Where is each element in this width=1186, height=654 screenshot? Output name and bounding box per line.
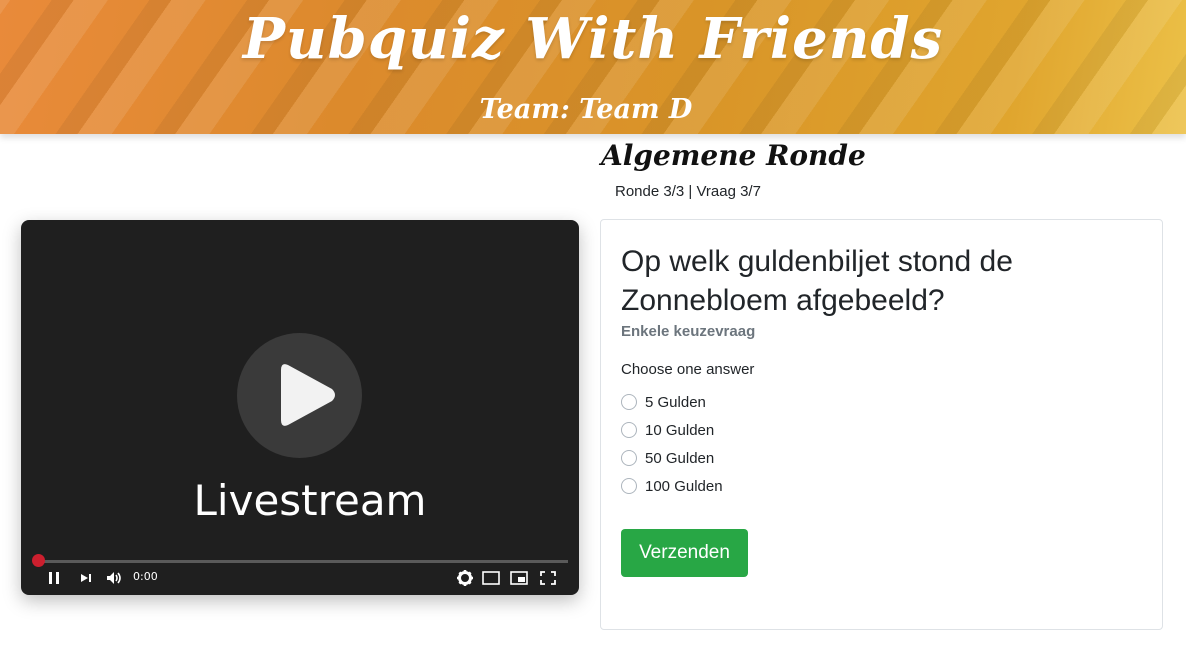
question-type: Enkele keuzevraag [621,323,756,340]
page-header: Pubquiz With Friends Team: Team D [0,0,1186,134]
answer-radio[interactable] [621,394,637,410]
answer-label: 5 Gulden [645,394,706,411]
volume-icon [107,572,121,584]
round-title: Algemene Ronde [601,139,866,172]
site-title: Pubquiz With Friends [242,6,944,72]
play-button[interactable] [237,333,362,458]
progress-scrubber[interactable] [32,554,45,567]
answer-radio[interactable] [621,450,637,466]
answer-label: 50 Gulden [645,450,715,467]
theater-mode-button[interactable] [481,568,501,588]
round-progress: Ronde 3/3 | Vraag 3/7 [615,183,761,200]
next-icon [81,574,91,582]
question-card: Op welk guldenbiljet stond de Zonnebloem… [600,219,1163,630]
pause-icon [49,572,59,584]
fullscreen-button[interactable] [538,568,558,588]
livestream-player[interactable]: Livestream 0:00 [21,220,579,595]
settings-icon [457,570,473,586]
next-button[interactable] [77,568,95,588]
answer-radio[interactable] [621,422,637,438]
team-name: Team: Team D [479,94,693,125]
livestream-label: Livestream [193,476,427,525]
answer-label: 10 Gulden [645,422,715,439]
answer-label: 100 Gulden [645,478,723,495]
question-text: Op welk guldenbiljet stond de Zonnebloem… [621,245,1013,317]
miniplayer-button[interactable] [509,568,529,588]
answer-radio[interactable] [621,478,637,494]
theater-mode-icon [482,571,500,585]
answer-instruction: Choose one answer [621,361,755,378]
time-display: 0:00 [133,570,158,583]
submit-button[interactable]: Verzenden [621,529,748,577]
miniplayer-icon [510,571,528,585]
volume-button[interactable] [104,568,124,588]
fullscreen-icon [540,571,556,585]
play-icon [281,364,335,426]
settings-button[interactable] [455,568,475,588]
pause-button[interactable] [45,568,63,588]
progress-bar[interactable] [38,560,568,563]
